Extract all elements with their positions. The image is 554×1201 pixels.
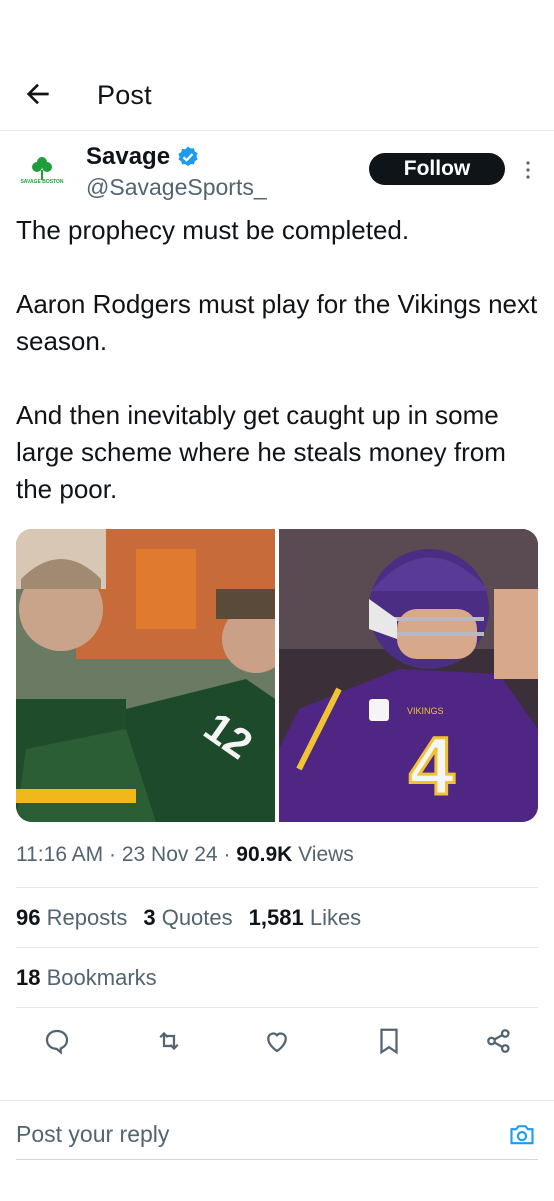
tweet-time: 11:16 AM [16,843,104,866]
divider [16,947,538,948]
camera-icon[interactable] [508,1121,536,1149]
tweet-media[interactable]: 12 4 VIKINGS [16,529,538,822]
divider [16,887,538,888]
media-image-packers[interactable]: 12 [16,529,275,822]
tweet-meta: 11:16 AM · 23 Nov 24 · 90.9K Views [16,843,354,867]
follow-button[interactable]: Follow [369,153,505,185]
views-count: 90.9K [236,843,293,866]
reply-icon[interactable] [42,1026,72,1056]
top-bar: Post [0,60,554,130]
back-arrow-icon[interactable] [22,78,54,110]
author-name-row[interactable]: Savage [86,143,200,171]
views-label: Views [298,843,354,866]
action-bar [0,1026,554,1058]
author-handle[interactable]: @SavageSports_ [86,174,267,201]
share-icon[interactable] [484,1026,514,1056]
engagement-stats: 96 Reposts 3 Quotes 1,581 Likes [16,905,361,931]
like-icon[interactable] [262,1026,292,1056]
page-title: Post [97,80,152,110]
repost-icon[interactable] [154,1026,184,1056]
likes-stat[interactable]: 1,581 Likes [249,905,362,931]
reply-underline [16,1159,538,1160]
tweet-date: 23 Nov 24 [121,843,218,866]
more-options-icon[interactable] [518,158,538,182]
bookmark-icon[interactable] [374,1026,404,1056]
reposts-stat[interactable]: 96 Reposts [16,905,127,931]
reply-bar: Post your reply [0,1100,554,1201]
bookmarks-stat[interactable]: 18 Bookmarks [16,965,157,991]
header-divider [0,130,554,131]
verified-badge-icon [178,146,198,167]
svg-text:4: 4 [409,721,455,812]
divider [16,1007,538,1008]
quotes-stat[interactable]: 3 Quotes [143,905,232,931]
svg-text:VIKINGS: VIKINGS [407,706,444,716]
author-avatar[interactable]: SAVAGE BOSTON [16,148,68,200]
meta-separator: · [109,843,117,866]
svg-text:SAVAGE BOSTON: SAVAGE BOSTON [20,179,63,185]
meta-separator: · [223,843,231,866]
media-image-vikings[interactable]: 4 VIKINGS [279,529,538,822]
author-name[interactable]: Savage [86,143,170,171]
tweet-text: The prophecy must be completed. Aaron Ro… [16,215,538,504]
reply-input[interactable]: Post your reply [16,1121,169,1148]
